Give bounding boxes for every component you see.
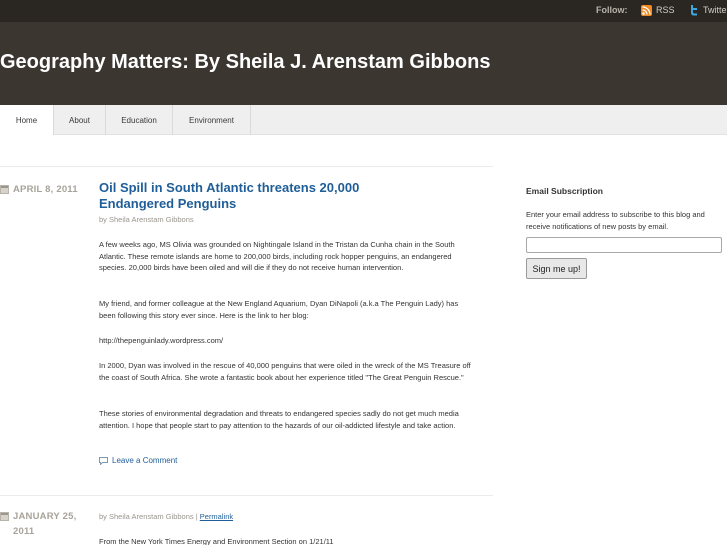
post-date-text: JANUARY 25, 2011 [13,511,77,537]
rss-icon [641,4,652,16]
site-title[interactable]: Geography Matters: By Sheila J. Arenstam… [0,51,491,74]
calendar-icon [0,185,9,194]
leave-comment-link[interactable]: Leave a Comment [99,456,177,465]
follow-label: Follow: [596,5,628,15]
content-divider [0,166,493,167]
main-nav: Home About Education Environment [0,105,727,135]
nav-item-home[interactable]: Home [0,105,54,135]
post-date-text: APRIL 8, 2011 [13,184,78,195]
post-byline-author: by Sheila Arenstam Gibbons [99,512,194,521]
post-link[interactable]: http://thepenguinlady.wordpress.com/ [99,335,475,347]
nav-item-about[interactable]: About [54,105,106,135]
post-paragraph: In 2000, Dyan was involved in the rescue… [99,361,471,382]
post-paragraph: A few weeks ago, MS Olivia was grounded … [99,240,455,272]
rss-link[interactable]: RSS [641,4,675,16]
twitter-link[interactable]: Twitter [688,4,727,16]
permalink-link[interactable]: Permalink [200,512,233,521]
top-bar: Follow: RSS Twitter [0,0,727,22]
calendar-icon [0,512,9,521]
sign-me-up-button[interactable]: Sign me up! [526,258,587,279]
twitter-label: Twitter [703,5,727,15]
comment-icon [99,456,108,465]
post-divider [0,495,493,496]
post-paragraph: From the New York Times Energy and Envir… [99,537,334,545]
site-header: Geography Matters: By Sheila J. Arenstam… [0,22,727,105]
post-title[interactable]: Oil Spill in South Atlantic threatens 20… [99,180,399,212]
nav-item-education[interactable]: Education [106,105,173,135]
sidebar-description: Enter your email address to subscribe to… [526,210,705,231]
email-field[interactable] [526,237,722,253]
post-byline: by Sheila Arenstam Gibbons [99,215,194,224]
post-paragraph: My friend, and former colleague at the N… [99,299,459,320]
rss-label: RSS [656,5,675,15]
post-paragraph: These stories of environmental degradati… [99,409,459,430]
leave-comment-label: Leave a Comment [112,456,178,465]
nav-item-environment[interactable]: Environment [173,105,251,135]
twitter-icon [691,5,697,16]
post-byline: by Sheila Arenstam Gibbons | Permalink [99,512,233,521]
post-date: JANUARY 25, 2011 [0,509,90,539]
post-date: APRIL 8, 2011 [0,182,90,197]
sidebar-title: Email Subscription [526,186,603,196]
